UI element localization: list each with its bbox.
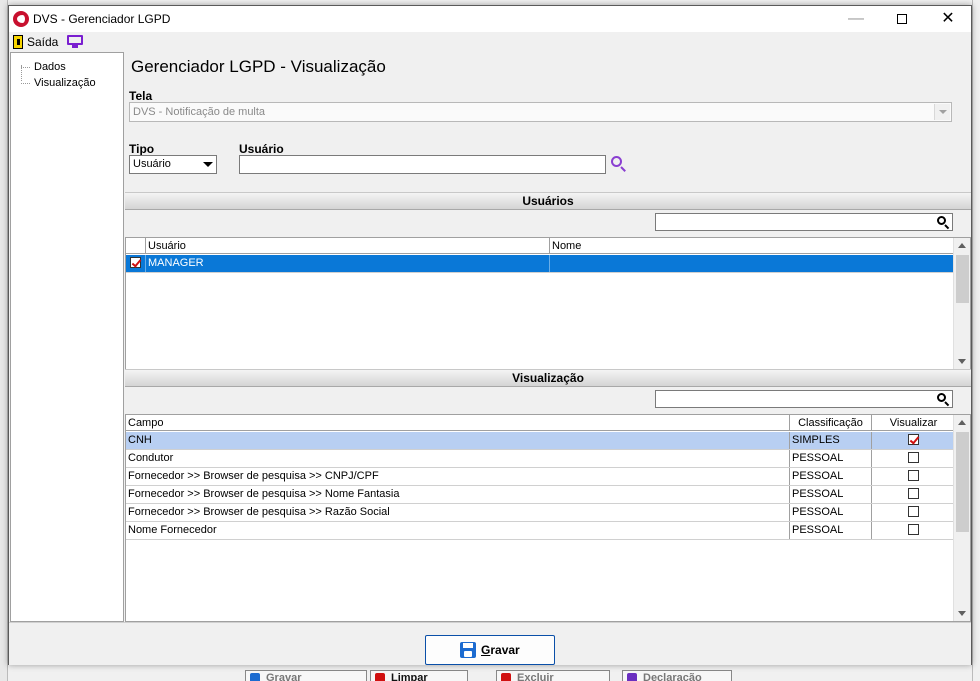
background-declaration-button: Declaração (622, 670, 732, 681)
tipo-value: Usuário (133, 158, 171, 170)
users-filter-input[interactable] (655, 213, 953, 231)
nav-item-dados[interactable]: Dados (21, 60, 66, 74)
tipo-label: Tipo (129, 142, 155, 156)
app-logo-icon (13, 11, 29, 27)
maximize-icon (897, 13, 907, 24)
background-app-bottom-bar (8, 670, 972, 681)
exit-button[interactable]: Saída (11, 34, 58, 50)
background-delete-button: Excluir (496, 670, 610, 681)
tipo-select[interactable]: Usuário (129, 155, 217, 174)
table-row[interactable]: MANAGER (126, 255, 955, 273)
user-usuario-cell: MANAGER (146, 255, 550, 272)
search-icon[interactable] (937, 393, 950, 407)
nav-item-visualizacao[interactable]: Visualização (21, 76, 96, 90)
save-label: ravar (490, 643, 520, 657)
users-grid-scrollbar[interactable] (953, 238, 970, 369)
users-grid-check-column[interactable] (126, 238, 146, 253)
visualizar-checkbox[interactable] (908, 523, 919, 535)
view-column-classificacao[interactable]: Classificação (790, 415, 872, 430)
view-grid: Campo Classificação Visualizar CNH SIMPL… (125, 414, 971, 622)
table-row[interactable]: Fornecedor >> Browser de pesquisa >> CNP… (126, 468, 955, 486)
background-app-left-edge (0, 0, 8, 681)
classificacao-cell: SIMPLES (790, 432, 872, 449)
scroll-thumb[interactable] (956, 432, 969, 532)
table-row[interactable]: CNH SIMPLES (126, 432, 955, 450)
background-save-button: Gravar (245, 670, 367, 681)
background-app-right-edge (972, 0, 980, 681)
scroll-down-icon[interactable] (954, 605, 970, 621)
scroll-thumb[interactable] (956, 255, 969, 303)
row-checkbox[interactable] (130, 256, 141, 268)
users-column-usuario[interactable]: Usuário (146, 238, 550, 253)
close-button[interactable]: ✕ (925, 6, 971, 32)
table-row[interactable]: Fornecedor >> Browser de pesquisa >> Raz… (126, 504, 955, 522)
exit-label: Saída (27, 35, 59, 49)
chevron-down-icon (934, 104, 950, 120)
users-grid: Usuário Nome MANAGER (125, 237, 971, 370)
user-nome-cell (550, 255, 955, 272)
dialog-footer: Gravar (9, 622, 971, 665)
visualizar-checkbox[interactable] (908, 487, 919, 499)
scroll-up-icon[interactable] (954, 238, 970, 254)
tela-combo: DVS - Notificação de multa (129, 102, 952, 122)
search-icon[interactable] (611, 156, 627, 172)
save-button[interactable]: Gravar (425, 635, 555, 665)
view-grid-scrollbar[interactable] (953, 415, 970, 621)
tela-label: Tela (129, 89, 153, 103)
visualizar-checkbox[interactable] (908, 469, 919, 481)
chevron-down-icon (200, 156, 216, 173)
users-grid-header: Usuário Nome (126, 238, 955, 254)
monitor-icon[interactable] (67, 35, 83, 48)
view-column-visualizar[interactable]: Visualizar (872, 415, 955, 430)
save-label-accelerator: G (481, 643, 491, 657)
campo-cell: Nome Fornecedor (126, 522, 790, 539)
view-filter-input[interactable] (655, 390, 953, 408)
main-content: Gerenciador LGPD - Visualização Tela DVS… (125, 52, 971, 622)
usuario-label: Usuário (239, 142, 284, 156)
maximize-button[interactable] (879, 6, 925, 32)
usuario-input[interactable] (239, 155, 606, 174)
tela-value: DVS - Notificação de multa (133, 106, 266, 118)
view-grid-header: Campo Classificação Visualizar (126, 415, 955, 431)
visualizar-checkbox[interactable] (908, 451, 919, 463)
campo-cell: Fornecedor >> Browser de pesquisa >> Raz… (126, 504, 790, 521)
classificacao-cell: PESSOAL (790, 450, 872, 467)
window-title: DVS - Gerenciador LGPD (33, 12, 171, 26)
floppy-disk-icon (460, 642, 476, 658)
minimize-button[interactable]: — (833, 6, 879, 32)
campo-cell: Fornecedor >> Browser de pesquisa >> Nom… (126, 486, 790, 503)
background-clear-button: Limpar (370, 670, 468, 681)
users-section-header: Usuários (125, 192, 971, 210)
classificacao-cell: PESSOAL (790, 486, 872, 503)
classificacao-cell: PESSOAL (790, 522, 872, 539)
view-section-header: Visualização (125, 369, 971, 387)
title-bar[interactable]: DVS - Gerenciador LGPD — ✕ (9, 6, 971, 32)
scroll-down-icon[interactable] (954, 353, 970, 369)
classificacao-cell: PESSOAL (790, 468, 872, 485)
campo-cell: Condutor (126, 450, 790, 467)
view-column-campo[interactable]: Campo (126, 415, 790, 430)
exit-door-icon (13, 35, 23, 49)
table-row[interactable]: Fornecedor >> Browser de pesquisa >> Nom… (126, 486, 955, 504)
scroll-up-icon[interactable] (954, 415, 970, 431)
classificacao-cell: PESSOAL (790, 504, 872, 521)
table-row[interactable]: Nome Fornecedor PESSOAL (126, 522, 955, 540)
visualizar-checkbox[interactable] (908, 433, 919, 445)
navigation-tree: Dados Visualização (10, 52, 124, 622)
lgpd-manager-window: DVS - Gerenciador LGPD — ✕ Saída Dados V… (8, 5, 972, 665)
page-title: Gerenciador LGPD - Visualização (131, 57, 386, 76)
visualizar-checkbox[interactable] (908, 505, 919, 517)
table-row[interactable]: Condutor PESSOAL (126, 450, 955, 468)
campo-cell: Fornecedor >> Browser de pesquisa >> CNP… (126, 468, 790, 485)
users-column-nome[interactable]: Nome (550, 238, 955, 253)
campo-cell: CNH (126, 432, 790, 449)
search-icon[interactable] (937, 216, 950, 230)
toolbar: Saída (9, 32, 971, 52)
